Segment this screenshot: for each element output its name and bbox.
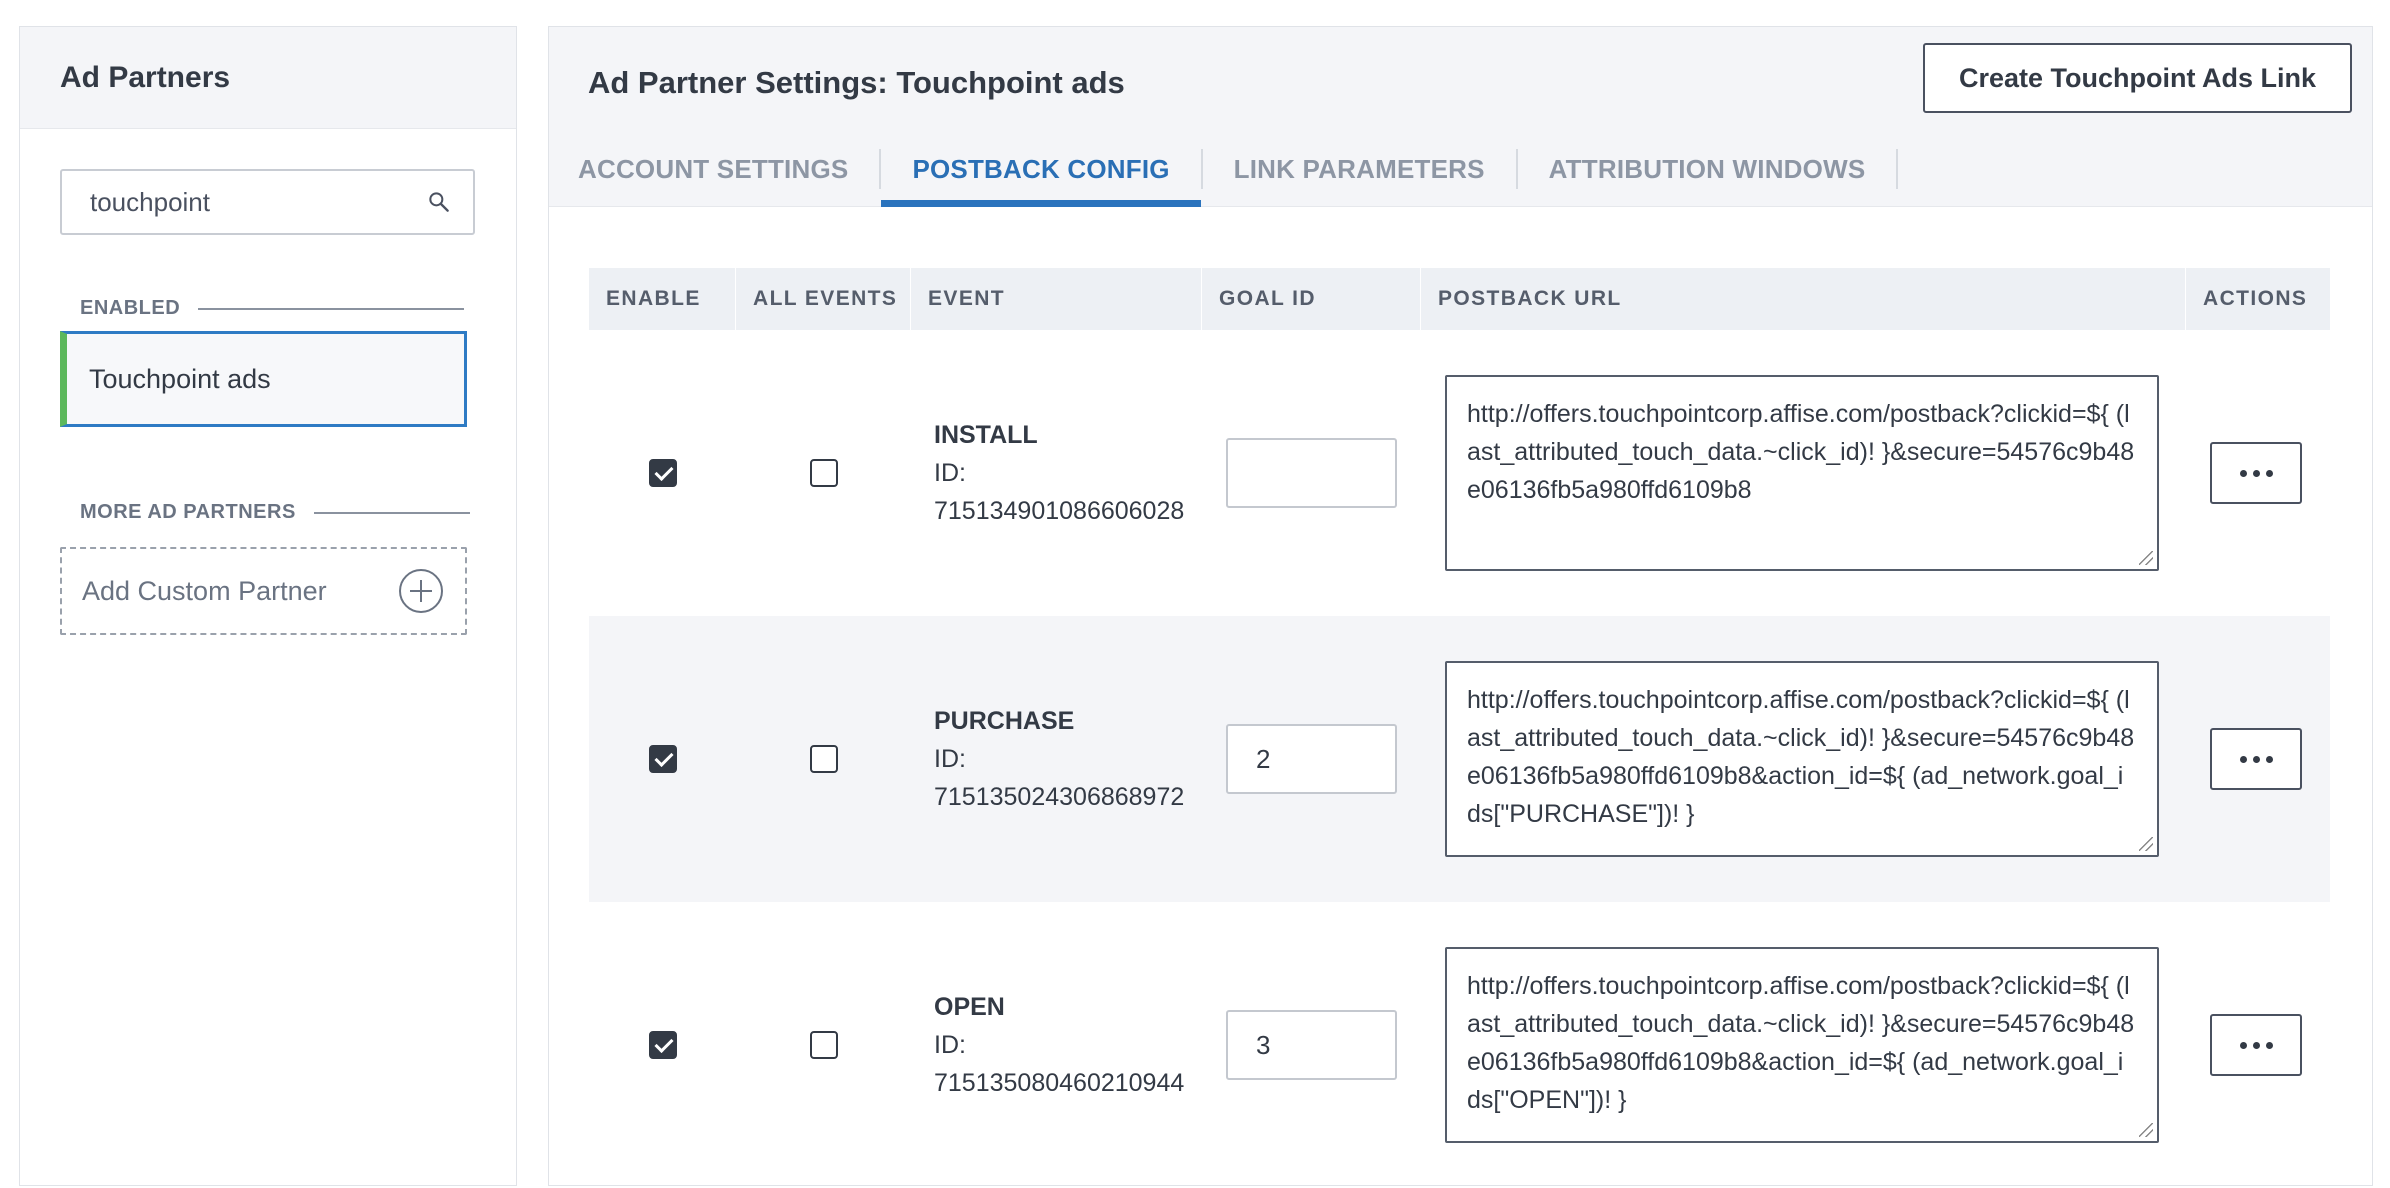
header-all-events: ALL EVENTS bbox=[736, 268, 911, 330]
tab-divider bbox=[1896, 149, 1899, 189]
goal-id-cell bbox=[1202, 616, 1421, 902]
resize-handle[interactable] bbox=[2139, 551, 2153, 565]
settings-tabs: ACCOUNT SETTINGS POSTBACK CONFIG LINK PA… bbox=[549, 131, 1899, 207]
more-actions-button[interactable] bbox=[2210, 442, 2302, 504]
header-event: EVENT bbox=[911, 268, 1202, 330]
divider bbox=[198, 307, 465, 310]
enabled-section-label: ENABLED bbox=[80, 297, 465, 320]
postback-url-text: http://offers.touchpointcorp.affise.com/… bbox=[1467, 400, 2135, 504]
goal-id-input[interactable] bbox=[1226, 438, 1397, 508]
goal-id-cell bbox=[1202, 330, 1421, 616]
event-id: 715135080460210944 bbox=[934, 1069, 1185, 1097]
ad-partners-sidebar: Ad Partners ENABLED Touchpoint ads MORE … bbox=[19, 26, 517, 1186]
table-row: OPEN ID: 715135080460210944 http://offer… bbox=[589, 902, 2330, 1188]
tab-link-parameters[interactable]: LINK PARAMETERS bbox=[1203, 131, 1516, 207]
postback-table: ENABLE ALL EVENTS EVENT GOAL ID POSTBACK… bbox=[589, 268, 2330, 1188]
partner-item-touchpoint-ads[interactable]: Touchpoint ads bbox=[60, 331, 467, 427]
postback-url-text: http://offers.touchpointcorp.affise.com/… bbox=[1467, 686, 2135, 828]
postback-url-cell: http://offers.touchpointcorp.affise.com/… bbox=[1421, 330, 2186, 616]
sidebar-title: Ad Partners bbox=[20, 27, 516, 129]
goal-id-cell bbox=[1202, 902, 1421, 1188]
enabled-label: ENABLED bbox=[80, 297, 181, 319]
more-actions-button[interactable] bbox=[2210, 728, 2302, 790]
add-custom-partner-label: Add Custom Partner bbox=[82, 575, 327, 606]
all-events-checkbox[interactable] bbox=[809, 745, 838, 773]
add-custom-partner-button[interactable]: Add Custom Partner bbox=[60, 547, 467, 635]
goal-id-input[interactable] bbox=[1226, 724, 1397, 794]
event-id-label: ID: bbox=[934, 1031, 966, 1059]
plus-circle-icon bbox=[399, 569, 443, 613]
postback-url-cell: http://offers.touchpointcorp.affise.com/… bbox=[1421, 902, 2186, 1188]
search-input[interactable] bbox=[62, 170, 427, 234]
settings-header: Ad Partner Settings: Touchpoint ads Crea… bbox=[549, 27, 2372, 207]
header-enable: ENABLE bbox=[589, 268, 736, 330]
more-actions-button[interactable] bbox=[2210, 1014, 2302, 1076]
event-id-label: ID: bbox=[934, 745, 966, 773]
all-events-checkbox[interactable] bbox=[809, 1031, 838, 1059]
enable-cell bbox=[589, 616, 736, 902]
tab-attribution-windows[interactable]: ATTRIBUTION WINDOWS bbox=[1518, 131, 1897, 207]
event-cell: PURCHASE ID: 715135024306868972 bbox=[911, 616, 1202, 902]
ad-partner-settings-panel: Ad Partner Settings: Touchpoint ads Crea… bbox=[548, 26, 2373, 1186]
actions-cell bbox=[2186, 902, 2330, 1188]
tab-account-settings[interactable]: ACCOUNT SETTINGS bbox=[549, 131, 879, 207]
all-events-checkbox[interactable] bbox=[809, 459, 838, 487]
postback-url-cell: http://offers.touchpointcorp.affise.com/… bbox=[1421, 616, 2186, 902]
all-events-cell bbox=[736, 616, 911, 902]
enable-checkbox[interactable] bbox=[648, 459, 677, 487]
partner-search[interactable] bbox=[60, 169, 475, 235]
event-id: 715135024306868972 bbox=[934, 783, 1185, 811]
event-cell: INSTALL ID: 715134901086606028 bbox=[911, 330, 1202, 616]
actions-cell bbox=[2186, 330, 2330, 616]
all-events-cell bbox=[736, 902, 911, 1188]
divider bbox=[313, 511, 470, 514]
search-icon[interactable] bbox=[427, 184, 451, 220]
event-id: 715134901086606028 bbox=[934, 497, 1185, 525]
postback-url-textarea[interactable]: http://offers.touchpointcorp.affise.com/… bbox=[1445, 947, 2159, 1143]
actions-cell bbox=[2186, 616, 2330, 902]
postback-url-text: http://offers.touchpointcorp.affise.com/… bbox=[1467, 972, 2135, 1114]
event-id-label: ID: bbox=[934, 459, 966, 487]
header-actions: ACTIONS bbox=[2203, 287, 2308, 310]
more-partners-label: MORE AD PARTNERS bbox=[80, 501, 296, 523]
all-events-cell bbox=[736, 330, 911, 616]
enable-checkbox[interactable] bbox=[648, 1031, 677, 1059]
resize-handle[interactable] bbox=[2139, 1123, 2153, 1137]
enable-cell bbox=[589, 902, 736, 1188]
table-row: PURCHASE ID: 715135024306868972 http://o… bbox=[589, 616, 2330, 902]
table-row: INSTALL ID: 715134901086606028 http://of… bbox=[589, 330, 2330, 616]
postback-url-textarea[interactable]: http://offers.touchpointcorp.affise.com/… bbox=[1445, 375, 2159, 571]
postback-url-textarea[interactable]: http://offers.touchpointcorp.affise.com/… bbox=[1445, 661, 2159, 857]
header-goal-id: GOAL ID bbox=[1202, 268, 1421, 330]
resize-handle[interactable] bbox=[2139, 837, 2153, 851]
tab-postback-config[interactable]: POSTBACK CONFIG bbox=[881, 131, 1201, 207]
event-cell: OPEN ID: 715135080460210944 bbox=[911, 902, 1202, 1188]
create-link-button[interactable]: Create Touchpoint Ads Link bbox=[1922, 43, 2352, 113]
header-postback-url: POSTBACK URL bbox=[1421, 268, 2186, 330]
partner-item-label: Touchpoint ads bbox=[89, 363, 271, 394]
page-title: Ad Partner Settings: Touchpoint ads bbox=[588, 65, 1125, 100]
goal-id-input[interactable] bbox=[1226, 1010, 1397, 1080]
more-partners-section-label: MORE AD PARTNERS bbox=[80, 501, 470, 524]
table-header: ENABLE ALL EVENTS EVENT GOAL ID POSTBACK… bbox=[589, 268, 2330, 330]
enable-checkbox[interactable] bbox=[648, 745, 677, 773]
event-name: INSTALL bbox=[934, 421, 1038, 449]
enable-cell bbox=[589, 330, 736, 616]
event-name: OPEN bbox=[934, 993, 1005, 1021]
event-name: PURCHASE bbox=[934, 707, 1075, 735]
